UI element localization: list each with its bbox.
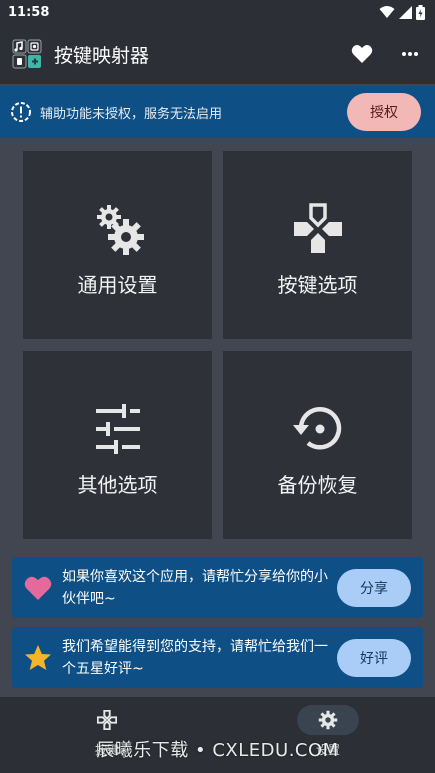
share-card: 如果你喜欢这个应用，请帮忙分享给你的小伙伴吧~ 分享 [12, 557, 423, 618]
rate-button[interactable]: 好评 [337, 638, 411, 677]
status-time: 11:58 [8, 4, 50, 20]
dpad-icon [293, 202, 342, 253]
auth-warning-text: 辅助功能未授权，服务无法启用 [40, 106, 223, 122]
more-vert-icon[interactable] [401, 51, 419, 57]
app-bar: 按键映射器 [0, 24, 435, 84]
rate-card-text: 我们希望能得到您的支持，请帮忙给我们一个五星好评~ [62, 638, 328, 677]
share-button[interactable]: 分享 [337, 568, 411, 607]
tile-general-settings[interactable]: 通用设置 [23, 151, 212, 339]
tile-label-other: 其他选项 [77, 472, 158, 497]
tile-label-general: 通用设置 [77, 272, 158, 297]
star-icon [25, 644, 51, 670]
nav-pill-keys [76, 705, 138, 735]
tile-backup-restore[interactable]: 备份恢复 [223, 351, 412, 539]
heart-icon [24, 576, 52, 600]
watermark-text: 辰曦乐下载 • CXLEDU.COM [96, 740, 339, 761]
gear-icon [318, 710, 338, 730]
app-actions [351, 44, 419, 64]
app-title: 按键映射器 [54, 44, 150, 67]
status-bar: 11:58 [0, 0, 435, 24]
dpad-icon [97, 710, 117, 730]
gears-icon [96, 204, 144, 255]
wifi-icon [379, 6, 395, 18]
authorize-button[interactable]: 授权 [347, 93, 421, 131]
battery-icon [416, 4, 425, 20]
tile-other-options[interactable]: 其他选项 [23, 351, 212, 539]
rate-card: 我们希望能得到您的支持，请帮忙给我们一个五星好评~ 好评 [12, 627, 423, 688]
app-logo-icon [12, 39, 42, 69]
warning-circle-icon [11, 102, 31, 122]
status-icons [379, 4, 425, 20]
nav-pill-settings [297, 705, 359, 735]
accessibility-warning-banner: 辅助功能未授权，服务无法启用 授权 [0, 86, 435, 138]
heart-icon[interactable] [351, 44, 373, 64]
signal-icon [399, 5, 412, 19]
restore-icon [292, 406, 341, 449]
sliders-icon [95, 403, 140, 454]
tile-key-options[interactable]: 按键选项 [223, 151, 412, 339]
tile-label-key-options: 按键选项 [277, 272, 358, 297]
share-card-text: 如果你喜欢这个应用，请帮忙分享给你的小伙伴吧~ [62, 568, 328, 607]
tile-label-backup: 备份恢复 [277, 472, 358, 497]
